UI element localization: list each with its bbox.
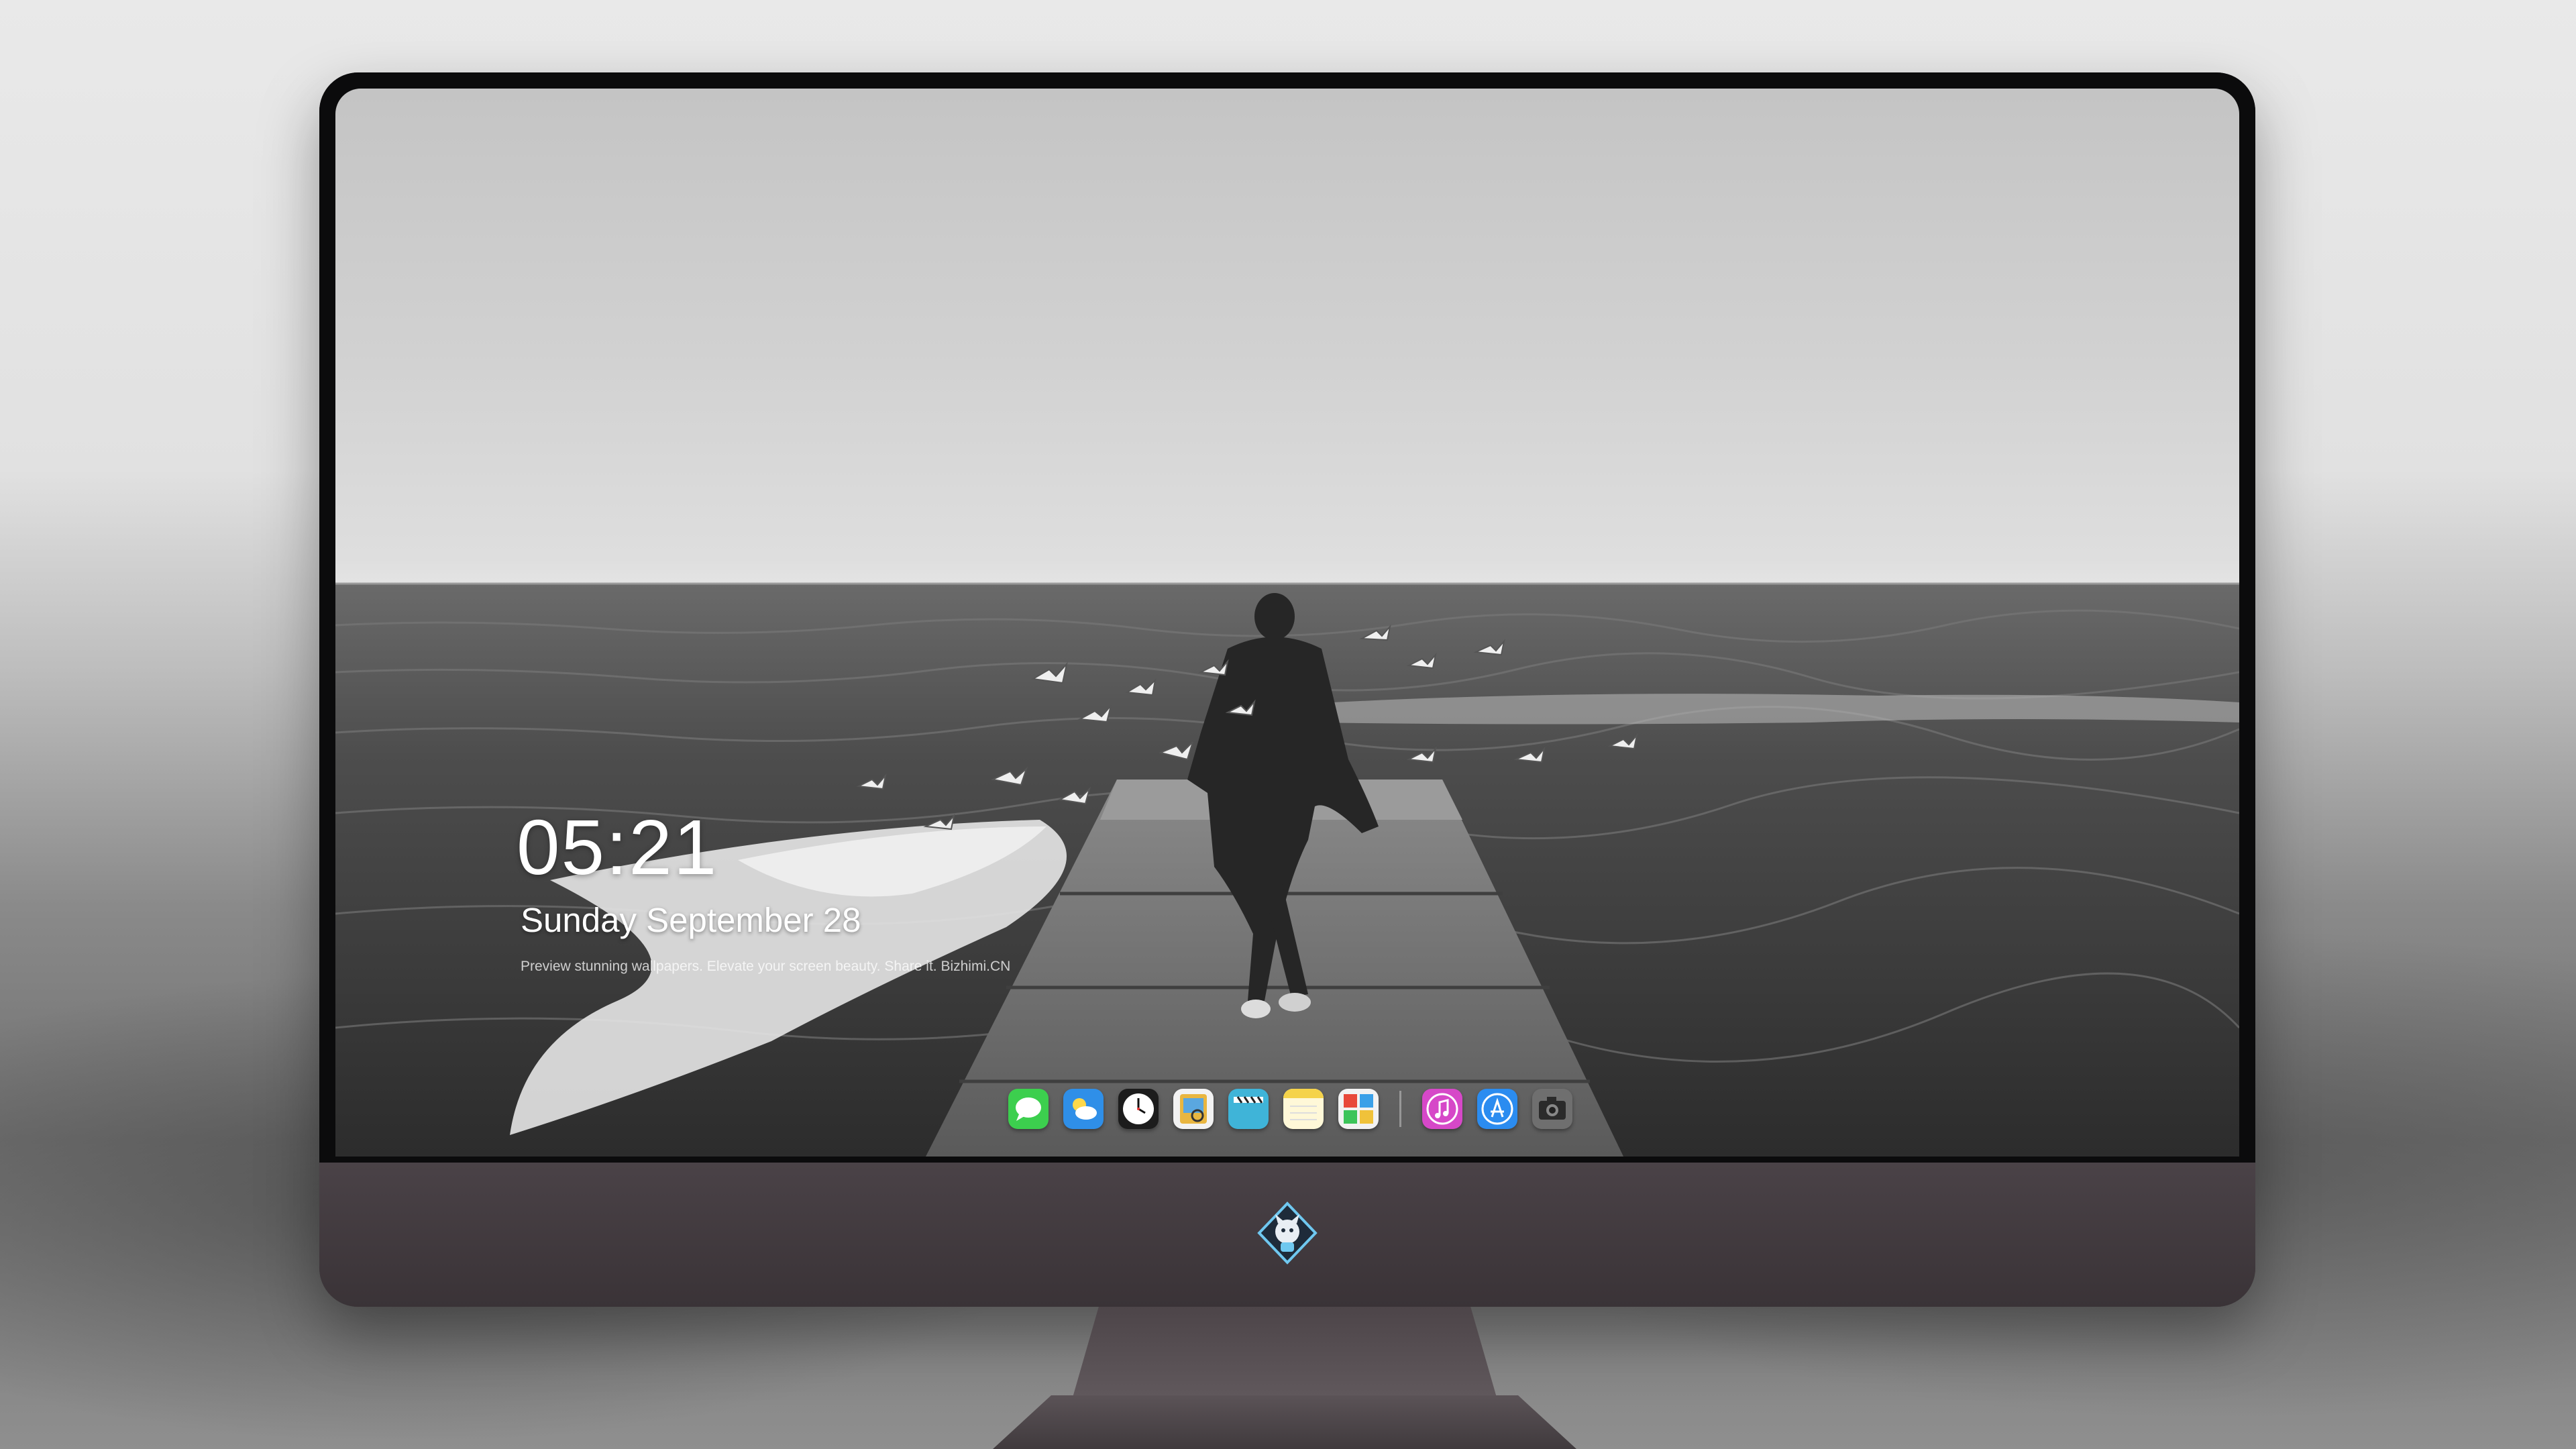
messages-icon[interactable] [1008,1089,1049,1129]
photo-booth-icon[interactable] [1338,1089,1379,1129]
imac-monitor: 05:21 Sunday September 28 Preview stunni… [319,72,2255,1307]
desktop-screen: 05:21 Sunday September 28 Preview stunni… [335,89,2239,1157]
dock [1001,1085,1580,1132]
weather-icon[interactable] [1063,1089,1104,1129]
dock-separator [1399,1091,1401,1127]
app-store-icon[interactable] [1477,1089,1517,1129]
wallpaper-tagline: Preview stunning wallpapers. Elevate you… [521,959,1011,974]
clock-icon[interactable] [1118,1089,1159,1129]
preview-icon[interactable] [1173,1089,1214,1129]
lock-clock-time: 05:21 [517,804,718,891]
lock-date: Sunday September 28 [521,901,861,939]
music-icon[interactable] [1422,1089,1462,1129]
wallpaper-photo [335,582,2239,1157]
monitor-stand-base [993,1395,1576,1449]
camera-icon[interactable] [1532,1089,1572,1129]
notes-icon[interactable] [1283,1089,1324,1129]
brand-logo-icon [1257,1201,1318,1265]
clips-icon[interactable] [1228,1089,1269,1129]
